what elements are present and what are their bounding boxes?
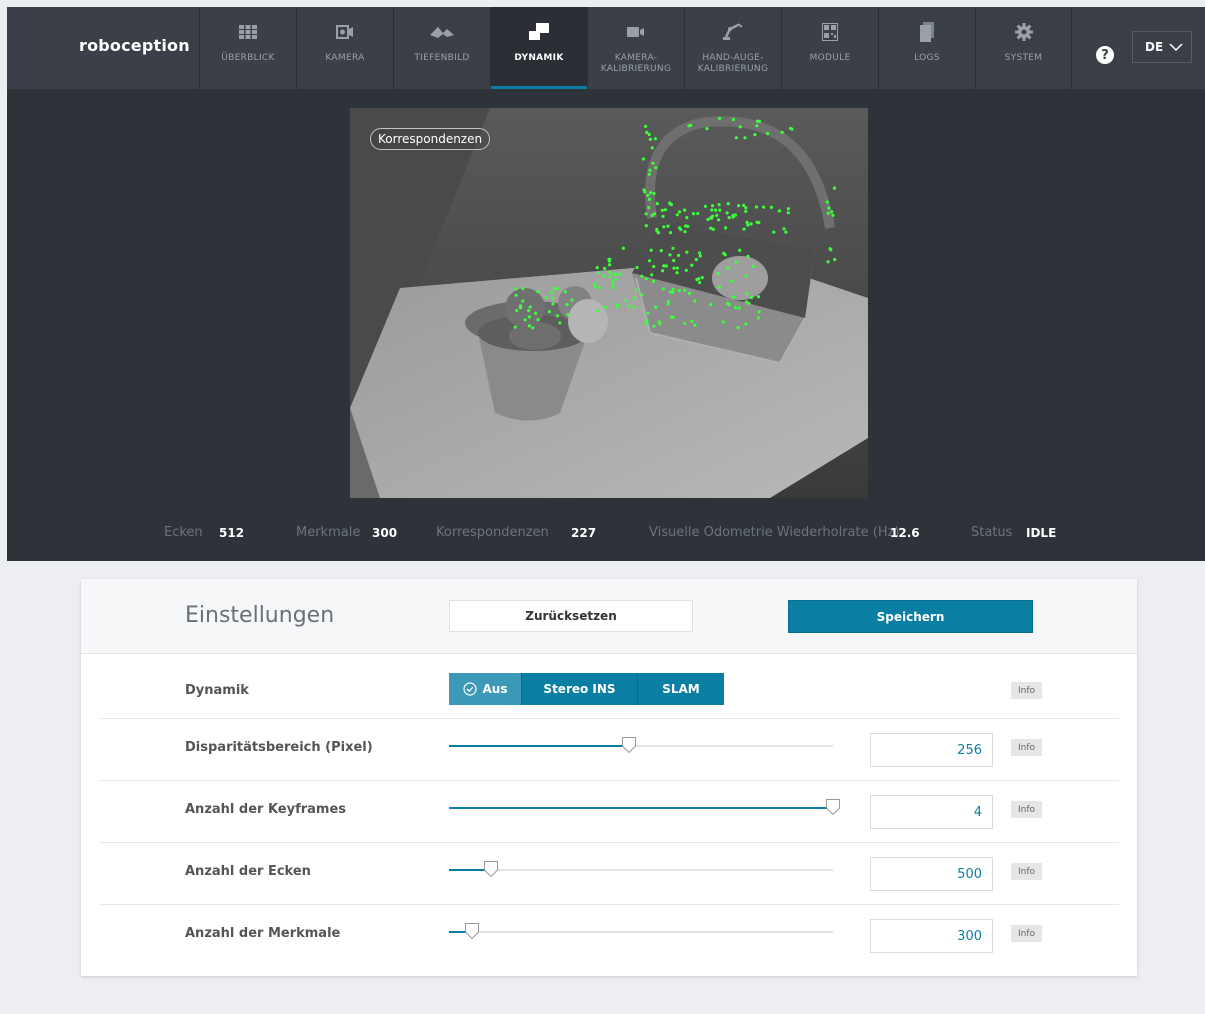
overlay-mode-badge[interactable]: Korrespondenzen [370, 128, 491, 150]
mode-option-label: SLAM [662, 682, 700, 696]
stat-label-ecken: Ecken [164, 525, 203, 540]
nav-label: LOGS [914, 53, 940, 63]
disparity-input[interactable]: 256 [870, 733, 993, 767]
nav-label: ÜBERBLICK [221, 53, 275, 63]
nav-item-logs[interactable]: LOGS [878, 7, 975, 89]
nav-item-kamera[interactable]: KAMERA [296, 7, 393, 89]
nav-label: KAMERA- KALIBRIERUNG [600, 53, 672, 74]
setting-row-slider: Anzahl der Keyframes 4 Info [99, 781, 1119, 843]
nav-item-dynamik[interactable]: DYNAMIK [490, 7, 587, 89]
check-circle-icon [462, 682, 477, 696]
nav-item-uberblick[interactable]: ÜBERBLICK [199, 7, 296, 89]
features-input[interactable]: 300 [870, 919, 993, 953]
info-button[interactable]: Info [1011, 682, 1042, 699]
mode-option-label: Stereo INS [543, 682, 616, 696]
main-nav: ÜBERBLICK KAMERA TIEFENBILD DYNAMIK KAME… [199, 7, 1072, 89]
nav-label: HAND-AUGE- KALIBRIERUNG [697, 53, 769, 74]
settings-header: Einstellungen Zurücksetzen Speichern [81, 579, 1137, 654]
stat-value-odometrie-rate: 12.6 [890, 526, 920, 540]
disparity-slider[interactable] [449, 737, 833, 753]
chevron-down-icon [1169, 43, 1183, 51]
stat-label-status: Status [971, 525, 1013, 540]
info-button[interactable]: Info [1011, 925, 1042, 942]
brand-logo[interactable]: roboception [79, 36, 190, 55]
stat-value-ecken: 512 [219, 526, 245, 540]
save-button[interactable]: Speichern [788, 600, 1033, 633]
stat-value-merkmale: 300 [372, 526, 398, 540]
dynamics-icon [529, 23, 549, 40]
nav-label: MODULE [809, 53, 851, 63]
setting-label: Dynamik [185, 683, 249, 698]
nav-item-hand-auge-kalibrierung[interactable]: HAND-AUGE- KALIBRIERUNG [684, 7, 781, 89]
slider-fill [449, 745, 630, 747]
nav-label: DYNAMIK [514, 53, 564, 63]
setting-label: Anzahl der Merkmale [185, 926, 341, 941]
slider-handle[interactable] [484, 861, 499, 877]
nav-item-module[interactable]: MODULE [781, 7, 878, 89]
camera-icon [336, 25, 353, 39]
setting-row-slider: Anzahl der Ecken 500 Info [99, 843, 1119, 905]
slider-handle[interactable] [826, 799, 840, 815]
document-icon [920, 22, 934, 42]
grid-icon [239, 25, 257, 39]
slider-handle[interactable] [465, 923, 480, 939]
nav-item-system[interactable]: SYSTEM [975, 7, 1072, 89]
nav-label: SYSTEM [1004, 53, 1043, 63]
video-camera-icon [627, 27, 644, 37]
language-value: DE [1145, 40, 1164, 54]
nav-label: TIEFENBILD [414, 53, 470, 63]
settings-title: Einstellungen [185, 603, 335, 628]
corners-input[interactable]: 500 [870, 857, 993, 891]
mode-option-stereo-ins[interactable]: Stereo INS [522, 673, 638, 705]
stat-label-merkmale: Merkmale [296, 525, 361, 540]
setting-label: Anzahl der Ecken [185, 864, 311, 879]
stat-value-status: IDLE [1026, 526, 1057, 540]
stat-label-korrespondenzen: Korrespondenzen [436, 525, 549, 540]
stat-label-odometrie-rate: Visuelle Odometrie Wiederholrate (Hz) [649, 525, 900, 540]
setting-row-slider: Disparitätsbereich (Pixel) 256 Info [99, 719, 1119, 781]
robot-arm-icon [723, 23, 743, 40]
features-slider[interactable] [449, 923, 833, 939]
stat-value-korrespondenzen: 227 [571, 526, 597, 540]
help-icon[interactable]: ? [1096, 46, 1114, 64]
reset-button[interactable]: Zurücksetzen [449, 600, 693, 632]
camera-view-area: Korrespondenzen Ecken 512 Merkmale 300 K… [7, 89, 1205, 561]
keyframes-slider[interactable] [449, 799, 840, 815]
setting-row-dynamik: Dynamik Aus Stereo INS SLAM Info [99, 654, 1119, 719]
settings-panel: Einstellungen Zurücksetzen Speichern Dyn… [81, 579, 1137, 976]
slider-fill [449, 807, 833, 809]
nav-item-kamera-kalibrierung[interactable]: KAMERA- KALIBRIERUNG [587, 7, 684, 89]
slider-handle[interactable] [622, 737, 637, 753]
camera-image: Korrespondenzen [350, 98, 868, 498]
info-button[interactable]: Info [1011, 739, 1042, 756]
info-button[interactable]: Info [1011, 863, 1042, 880]
keyframes-input[interactable]: 4 [870, 795, 993, 829]
language-select[interactable]: DE [1132, 31, 1192, 63]
depth-icon [430, 27, 454, 38]
setting-label: Anzahl der Keyframes [185, 802, 347, 817]
mode-option-label: Aus [482, 682, 508, 696]
info-button[interactable]: Info [1011, 801, 1042, 818]
camera-scene-image [350, 98, 868, 498]
setting-label: Disparitätsbereich (Pixel) [185, 740, 373, 755]
mode-option-aus[interactable]: Aus [449, 673, 522, 705]
nav-item-tiefenbild[interactable]: TIEFENBILD [393, 7, 490, 89]
dynamics-mode-selector: Aus Stereo INS SLAM [449, 673, 724, 705]
setting-row-slider: Anzahl der Merkmale 300 Info [99, 905, 1119, 966]
nav-label: KAMERA [325, 53, 365, 63]
corners-slider[interactable] [449, 861, 833, 877]
qr-module-icon [822, 23, 838, 41]
top-navigation-bar: roboception ÜBERBLICK KAMERA TIEFENBILD … [7, 7, 1205, 89]
mode-option-slam[interactable]: SLAM [638, 673, 724, 705]
gear-icon [1014, 23, 1033, 41]
